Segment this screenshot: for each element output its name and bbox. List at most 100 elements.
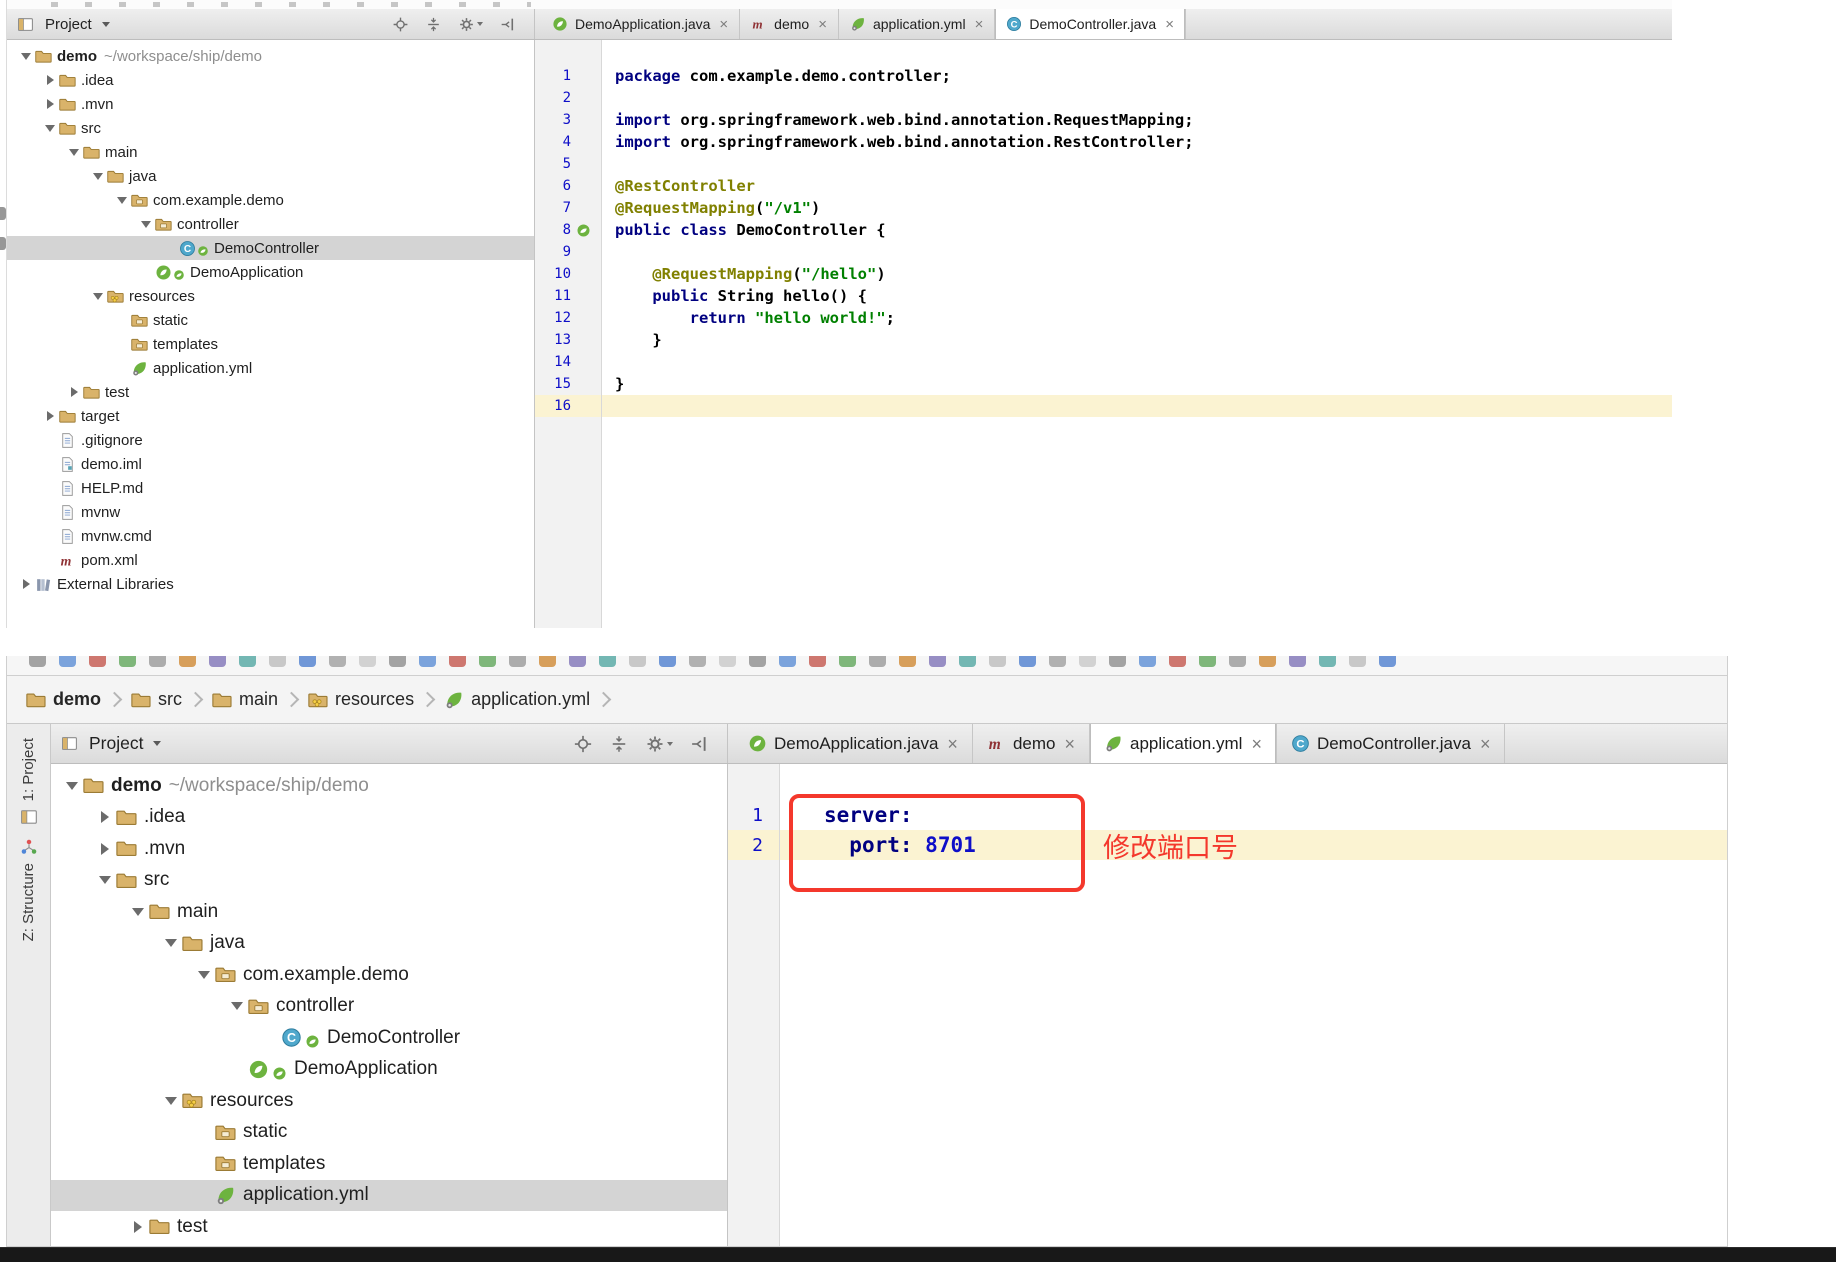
breadcrumb-resources[interactable]: resources (305, 689, 417, 710)
close-icon[interactable]: × (1064, 735, 1075, 753)
tree-item-com-example-demo[interactable]: com.example.demo (7, 188, 534, 212)
tree-item-idea[interactable]: .idea (51, 802, 727, 834)
chevron-expanded-icon[interactable] (137, 212, 155, 236)
tree-item-static[interactable]: static (51, 1117, 727, 1149)
editor-tab-demo[interactable]: mdemo× (973, 724, 1090, 763)
tree-item-democontroller[interactable]: CDemoController (7, 236, 534, 260)
tree-item-controller[interactable]: controller (7, 212, 534, 236)
editor-tab-demo[interactable]: mdemo× (740, 9, 839, 39)
tree-item-demo[interactable]: demo~/workspace/ship/demo (7, 44, 534, 68)
chevron-expanded-icon[interactable] (17, 44, 35, 68)
settings-icon[interactable] (645, 734, 665, 754)
tree-item-templates[interactable]: templates (51, 1148, 727, 1180)
tree-item-help-md[interactable]: HELP.md (7, 476, 534, 500)
tree-item-application-yml[interactable]: application.yml (7, 356, 534, 380)
settings-group[interactable] (458, 16, 483, 33)
tree-item-demo[interactable]: demo~/workspace/ship/demo (51, 770, 727, 802)
tree-item-mvnw[interactable]: mvnw (7, 500, 534, 524)
collapse-all-icon[interactable] (425, 16, 442, 33)
breadcrumb-demo[interactable]: demo (23, 689, 104, 710)
editor-tab-demoapplication-java[interactable]: DemoApplication.java× (541, 9, 740, 39)
close-icon[interactable]: × (1165, 17, 1174, 32)
close-icon[interactable]: × (818, 17, 827, 32)
tree-item-static[interactable]: static (7, 308, 534, 332)
chevron-expanded-icon[interactable] (89, 164, 107, 188)
chevron-collapsed-icon[interactable] (65, 380, 83, 404)
chevron-expanded-icon[interactable] (65, 140, 83, 164)
chevron-expanded-icon[interactable] (160, 928, 182, 960)
editor-tab-application-yml[interactable]: application.yml× (839, 9, 995, 39)
tree-item-target[interactable]: target (7, 404, 534, 428)
tree-item-resources[interactable]: resources (7, 284, 534, 308)
chevron-expanded-icon[interactable] (89, 284, 107, 308)
chevron-collapsed-icon[interactable] (127, 1211, 149, 1243)
chevron-down-icon[interactable] (153, 741, 161, 746)
close-icon[interactable]: × (947, 735, 958, 753)
tree-item-democontroller[interactable]: CDemoController (51, 1022, 727, 1054)
chevron-expanded-icon[interactable] (61, 770, 83, 802)
tree-item-test[interactable]: test (7, 380, 534, 404)
tree-item-demoapplication[interactable]: DemoApplication (7, 260, 534, 284)
chevron-down-icon[interactable] (102, 22, 110, 27)
close-icon[interactable]: × (719, 17, 728, 32)
tree-item-java[interactable]: java (51, 928, 727, 960)
tool-stripe-z-structure[interactable]: Z: Structure (20, 838, 38, 941)
tree-item-pom-xml[interactable]: mpom.xml (7, 548, 534, 572)
tree-item-main[interactable]: main (7, 140, 534, 164)
tree-item-demo-iml[interactable]: demo.iml (7, 452, 534, 476)
close-icon[interactable]: × (975, 17, 984, 32)
editor-tab-democontroller-java[interactable]: CDemoController.java× (995, 9, 1186, 39)
tree-item-templates[interactable]: templates (7, 332, 534, 356)
editor-code-area[interactable]: package com.example.demo.controller;impo… (602, 40, 1672, 628)
tree-item-idea[interactable]: .idea (7, 68, 534, 92)
chevron-expanded-icon[interactable] (94, 865, 116, 897)
tree-item-java[interactable]: java (7, 164, 534, 188)
editor-tab-application-yml[interactable]: application.yml× (1090, 724, 1277, 763)
chevron-expanded-icon[interactable] (193, 959, 215, 991)
chevron-collapsed-icon[interactable] (94, 802, 116, 834)
breadcrumb-application-yml[interactable]: application.yml (441, 689, 593, 710)
collapse-all-icon[interactable] (609, 734, 629, 754)
editor-code-area[interactable]: server: port: 8701 (780, 764, 1727, 1246)
close-icon[interactable]: × (1480, 735, 1491, 753)
tree-item-controller[interactable]: controller (51, 991, 727, 1023)
chevron-expanded-icon[interactable] (127, 896, 149, 928)
settings-group[interactable] (645, 734, 673, 754)
tree-item-mvn[interactable]: .mvn (7, 92, 534, 116)
tree-item-mvnw-cmd[interactable]: mvnw.cmd (7, 524, 534, 548)
chevron-expanded-icon[interactable] (113, 188, 131, 212)
close-icon[interactable]: × (1251, 735, 1262, 753)
tree-item-external-libraries[interactable]: External Libraries (7, 572, 534, 596)
tree-item-test[interactable]: test (51, 1211, 727, 1243)
locate-icon[interactable] (392, 16, 409, 33)
editor-tab-democontroller-java[interactable]: CDemoController.java× (1277, 724, 1506, 763)
tree-item-demoapplication[interactable]: DemoApplication (51, 1054, 727, 1086)
hide-sidebar-icon[interactable] (689, 734, 709, 754)
tree-item-gitignore[interactable]: .gitignore (7, 428, 534, 452)
chevron-collapsed-icon[interactable] (94, 833, 116, 865)
tree-item-com-example-demo[interactable]: com.example.demo (51, 959, 727, 991)
tree-item-application-yml[interactable]: application.yml (51, 1180, 727, 1212)
chevron-expanded-icon[interactable] (41, 116, 59, 140)
project-tree[interactable]: demo~/workspace/ship/demo.idea.mvnsrcmai… (7, 40, 535, 628)
tree-item-resources[interactable]: resources (51, 1085, 727, 1117)
chevron-collapsed-icon[interactable] (41, 404, 59, 428)
tree-item-main[interactable]: main (51, 896, 727, 928)
hide-sidebar-icon[interactable] (499, 16, 516, 33)
chevron-collapsed-icon[interactable] (41, 92, 59, 116)
breadcrumb-main[interactable]: main (209, 689, 281, 710)
tree-item-mvn[interactable]: .mvn (51, 833, 727, 865)
chevron-expanded-icon[interactable] (226, 991, 248, 1023)
tree-item-src[interactable]: src (51, 865, 727, 897)
project-tree[interactable]: demo~/workspace/ship/demo.idea.mvnsrcmai… (51, 764, 728, 1246)
editor-tab-demoapplication-java[interactable]: DemoApplication.java× (734, 724, 973, 763)
code-editor[interactable]: 12345678910111213141516 package com.exam… (535, 40, 1672, 628)
chevron-collapsed-icon[interactable] (17, 572, 35, 596)
chevron-expanded-icon[interactable] (160, 1085, 182, 1117)
tree-item-src[interactable]: src (7, 116, 534, 140)
settings-icon[interactable] (458, 16, 475, 33)
chevron-collapsed-icon[interactable] (41, 68, 59, 92)
tool-stripe-1-project[interactable]: 1: Project (20, 738, 38, 826)
locate-icon[interactable] (573, 734, 593, 754)
breadcrumb-src[interactable]: src (128, 689, 185, 710)
